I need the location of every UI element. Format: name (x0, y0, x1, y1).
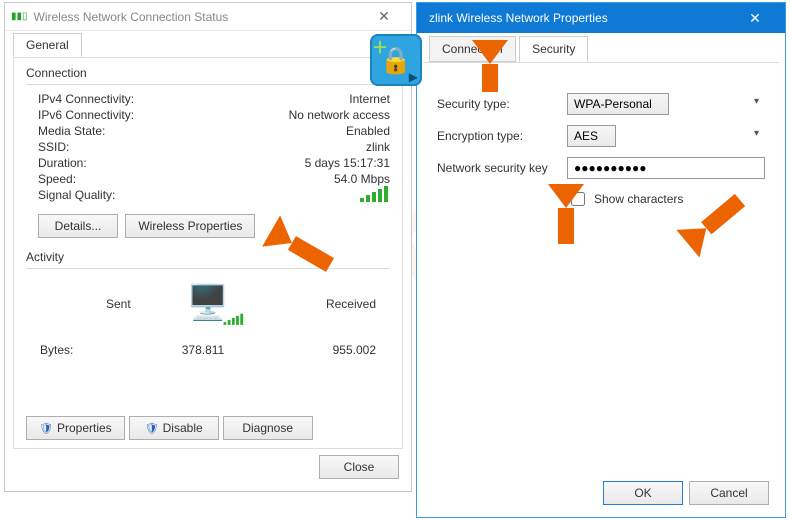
security-type-label: Security type: (437, 97, 567, 111)
encryption-type-label: Encryption type: (437, 129, 567, 143)
status-titlebar[interactable]: ▮▮▯ Wireless Network Connection Status ✕ (5, 3, 411, 31)
wifi-icon: ▮▮▯ (11, 11, 28, 22)
props-title: zlink Wireless Network Properties (429, 11, 735, 25)
ok-button[interactable]: OK (603, 481, 683, 505)
ipv6-label: IPv6 Connectivity: (38, 108, 134, 122)
shield-icon: 🛡 (39, 422, 53, 435)
group-activity: Activity Sent Received 🖥️ Bytes: 378.811… (26, 250, 390, 395)
tab-security[interactable]: Security (519, 36, 588, 62)
ssid-label: SSID: (38, 140, 69, 154)
status-window: ▮▮▯ Wireless Network Connection Status ✕… (4, 2, 412, 492)
lock-plus-icon: ＋🔒▶ (370, 34, 422, 86)
props-footer-buttons: OK Cancel (603, 481, 769, 505)
security-key-input[interactable] (567, 157, 765, 179)
tab-general[interactable]: General (13, 33, 82, 57)
divider (26, 84, 390, 85)
wireless-properties-button[interactable]: Wireless Properties (125, 214, 255, 238)
ipv4-value: Internet (349, 92, 390, 106)
close-icon[interactable]: ✕ (363, 8, 405, 25)
bytes-received-value: 955.002 (333, 343, 376, 357)
security-key-label: Network security key (437, 161, 567, 175)
divider (26, 268, 390, 269)
signal-bars-icon (360, 188, 390, 205)
diagnose-button[interactable]: Diagnose (223, 416, 313, 440)
speed-label: Speed: (38, 172, 76, 186)
props-titlebar[interactable]: zlink Wireless Network Properties ✕ (417, 3, 785, 33)
media-value: Enabled (346, 124, 390, 138)
details-button[interactable]: Details... (38, 214, 118, 238)
sent-label: Sent (106, 297, 131, 311)
group-connection: Connection IPv4 Connectivity: Internet IP… (26, 66, 390, 242)
ipv4-label: IPv4 Connectivity: (38, 92, 134, 106)
duration-label: Duration: (38, 156, 87, 170)
status-body: Connection IPv4 Connectivity: Internet IP… (13, 57, 403, 449)
properties-button[interactable]: 🛡Properties (26, 416, 125, 440)
duration-value: 5 days 15:17:31 (305, 156, 390, 170)
ipv6-value: No network access (289, 108, 390, 122)
bytes-label: Bytes: (40, 343, 73, 357)
bytes-sent-value: 378.811 (182, 343, 225, 357)
close-icon[interactable]: ✕ (735, 10, 775, 27)
received-label: Received (326, 297, 376, 311)
status-title: Wireless Network Connection Status (34, 10, 363, 24)
close-button[interactable]: Close (319, 455, 399, 479)
show-characters-label: Show characters (594, 192, 683, 206)
signal-bars-small-icon (219, 313, 249, 330)
cancel-button[interactable]: Cancel (689, 481, 769, 505)
status-footer-buttons: 🛡Properties 🛡Disable Diagnose (26, 416, 313, 440)
speed-value: 54.0 Mbps (334, 172, 390, 186)
ssid-value: zlink (366, 140, 390, 154)
disable-button[interactable]: 🛡Disable (129, 416, 219, 440)
group-activity-label: Activity (26, 250, 390, 264)
encryption-type-select[interactable]: AES (567, 125, 616, 147)
media-label: Media State: (38, 124, 105, 138)
signal-label: Signal Quality: (38, 188, 115, 205)
shield-icon: 🛡 (145, 422, 159, 435)
props-body: Security type: WPA-Personal Encryption t… (417, 63, 785, 209)
status-tabs: General (5, 31, 411, 57)
security-type-select[interactable]: WPA-Personal (567, 93, 669, 115)
group-connection-label: Connection (26, 66, 390, 80)
properties-window: zlink Wireless Network Properties ✕ Conn… (416, 2, 786, 518)
